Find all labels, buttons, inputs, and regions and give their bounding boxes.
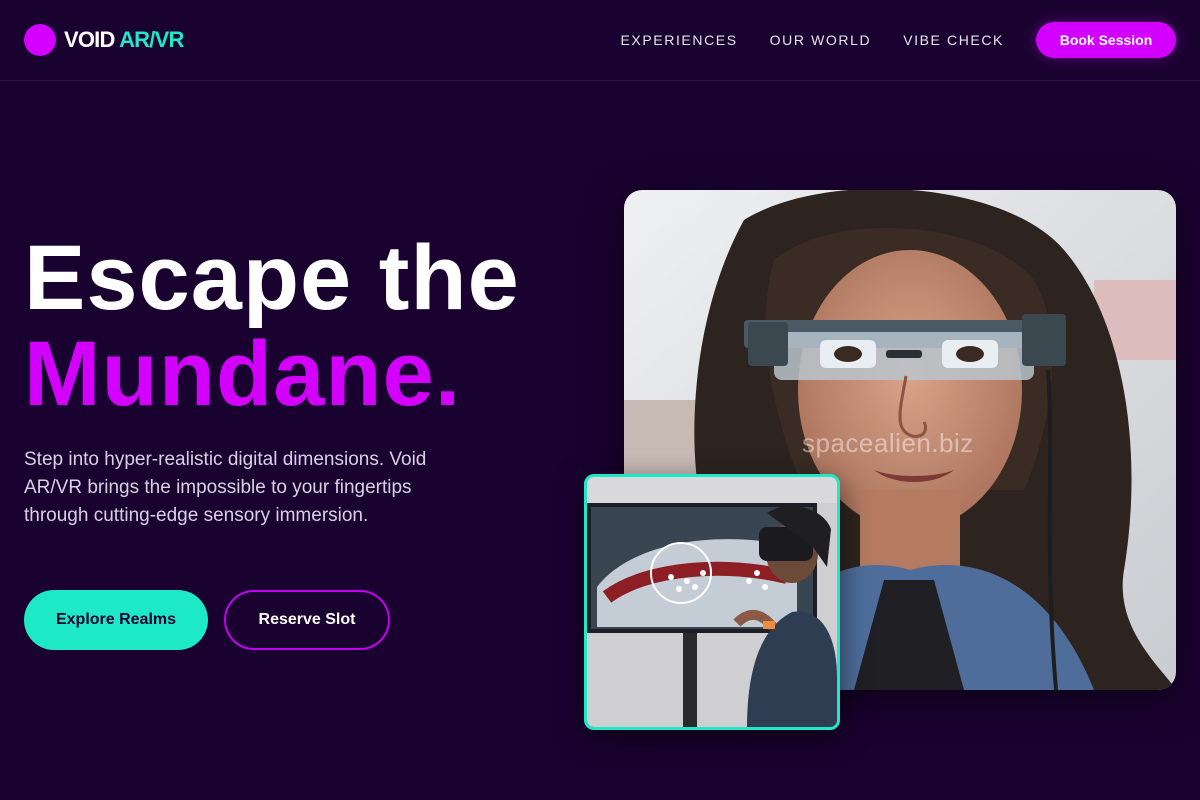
hero-inset-image bbox=[584, 474, 840, 730]
reserve-slot-button[interactable]: Reserve Slot bbox=[224, 590, 390, 650]
logo[interactable]: VOID AR/VR bbox=[24, 24, 184, 56]
nav-link-vibe-check[interactable]: VIBE CHECK bbox=[903, 30, 1004, 50]
logo-name: VOID bbox=[64, 27, 115, 52]
main-nav: EXPERIENCES OUR WORLD VIBE CHECK bbox=[588, 30, 1004, 50]
logo-accent: AR/VR bbox=[119, 27, 184, 52]
nav-link-our-world[interactable]: OUR WORLD bbox=[770, 30, 872, 50]
hero-title-line2: Mundane. bbox=[24, 323, 462, 425]
explore-realms-button[interactable]: Explore Realms bbox=[24, 590, 208, 650]
hero-title-line1: Escape the bbox=[24, 227, 520, 329]
logo-text: VOID AR/VR bbox=[64, 27, 184, 53]
hero-title: Escape the Mundane. bbox=[24, 230, 520, 422]
person-vr-headset-photo-icon bbox=[587, 477, 837, 727]
book-session-button[interactable]: Book Session bbox=[1036, 22, 1176, 58]
image-watermark: spacealien.biz bbox=[802, 428, 974, 458]
logo-dot-icon bbox=[24, 24, 56, 56]
site-header: VOID AR/VR EXPERIENCES OUR WORLD VIBE CH… bbox=[0, 0, 1200, 81]
nav-link-experiences[interactable]: EXPERIENCES bbox=[620, 30, 737, 50]
hero-subtitle: Step into hyper-realistic digital dimens… bbox=[24, 449, 427, 526]
